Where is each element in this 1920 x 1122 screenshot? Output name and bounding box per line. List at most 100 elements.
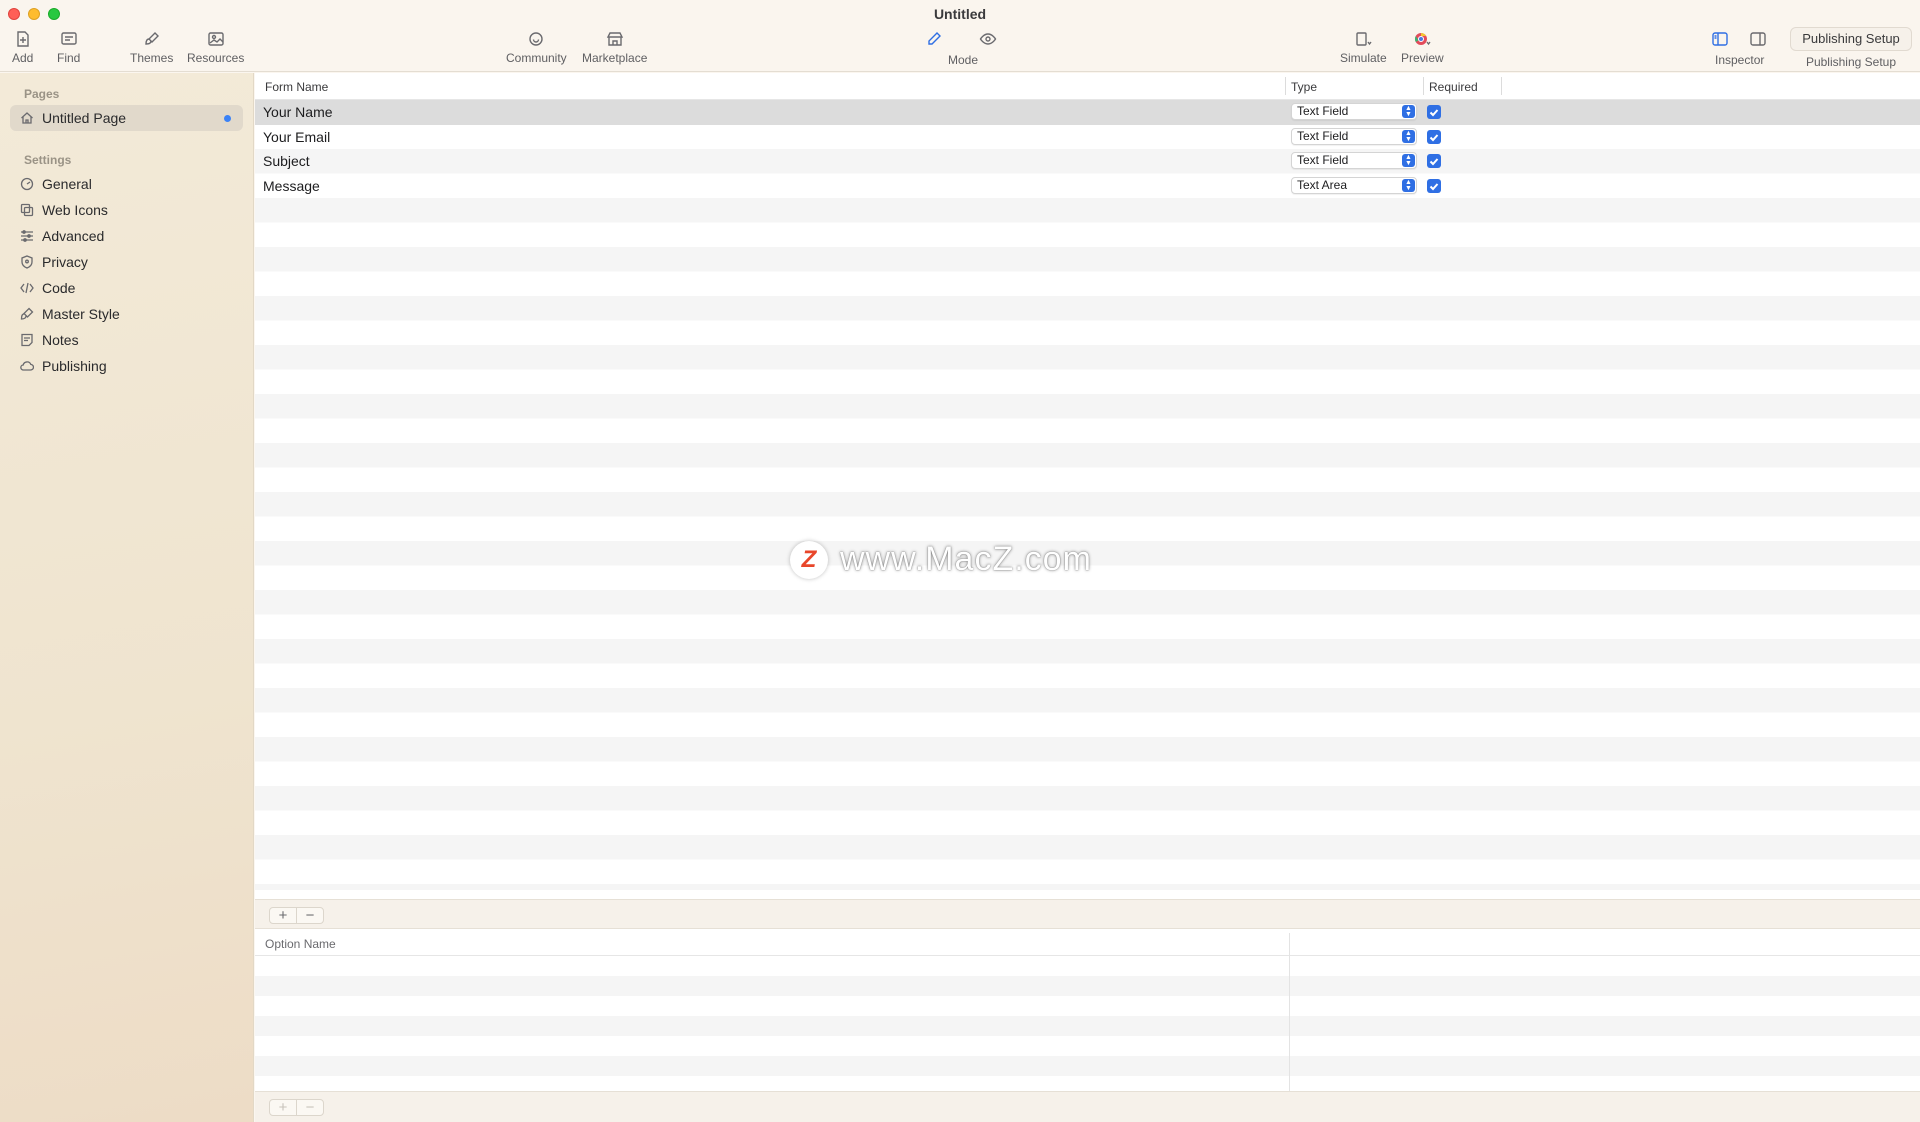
- required-checkbox[interactable]: [1427, 105, 1441, 119]
- remove-option-button[interactable]: −: [296, 1099, 324, 1116]
- field-type-value: Text Field: [1297, 128, 1349, 143]
- form-field-name[interactable]: Your Email: [263, 129, 330, 145]
- eye-icon: [979, 33, 997, 45]
- resources-label: Resources: [187, 51, 245, 65]
- inspector-toggle[interactable]: [1749, 30, 1767, 48]
- sidebar-item-advanced[interactable]: Advanced: [10, 223, 243, 249]
- settings-section-header: Settings: [24, 153, 72, 167]
- column-header-form-name[interactable]: Form Name: [265, 80, 328, 94]
- sidebar-item-publishing[interactable]: Publishing: [10, 353, 243, 379]
- themes-label: Themes: [130, 51, 174, 65]
- sidebar-item-general[interactable]: General: [10, 171, 243, 197]
- checkmark-icon: [1429, 158, 1439, 166]
- field-type-select[interactable]: Text Field ▲ ▼: [1291, 127, 1417, 145]
- column-header-option-name[interactable]: Option Name: [265, 937, 336, 951]
- sidebar-item-untitled-page[interactable]: Untitled Page: [10, 105, 243, 131]
- device-icon: [1356, 32, 1372, 46]
- field-type-select[interactable]: Text Field ▲ ▼: [1291, 152, 1417, 169]
- pages-section-header: Pages: [24, 87, 60, 101]
- sidebar-item-privacy[interactable]: Privacy: [10, 249, 243, 275]
- chevron-updown-icon: ▲ ▼: [1402, 105, 1415, 118]
- themes-brush-icon: [144, 32, 159, 45]
- options-table-controls: + −: [255, 1091, 1920, 1122]
- sidebar-item-notes[interactable]: Notes: [10, 327, 243, 353]
- mode-preview-button[interactable]: [979, 30, 997, 48]
- sidebar-item-label: Untitled Page: [42, 110, 127, 126]
- watermark: Z www.MacZ.com: [790, 540, 1092, 579]
- remove-field-button[interactable]: −: [296, 907, 324, 924]
- find-button[interactable]: Find: [57, 30, 80, 65]
- sliders-icon: [21, 230, 33, 242]
- publishing-setup-button[interactable]: Publishing Setup: [1790, 27, 1912, 51]
- sidebar-item-web-icons[interactable]: Web Icons: [10, 197, 243, 223]
- brush-icon: [20, 307, 34, 320]
- unsaved-indicator-dot: [224, 115, 231, 122]
- field-type-value: Text Field: [1297, 104, 1349, 118]
- marketplace-store-icon: [606, 32, 623, 46]
- sidebar-right-icon: [1750, 32, 1766, 46]
- inspector-label: Inspector: [1715, 53, 1765, 67]
- required-checkbox[interactable]: [1427, 154, 1441, 168]
- shield-icon: [21, 255, 33, 269]
- checkmark-icon: [1429, 109, 1439, 117]
- sidebar-item-master-style[interactable]: Master Style: [10, 301, 243, 327]
- add-field-button[interactable]: +: [269, 907, 297, 924]
- window-title: Untitled: [933, 6, 987, 22]
- simulate-button[interactable]: Simulate: [1340, 30, 1387, 65]
- find-label: Find: [57, 51, 81, 65]
- table-row[interactable]: Message Text Area ▲ ▼: [255, 174, 1920, 199]
- form-field-name[interactable]: Message: [263, 178, 320, 194]
- sidebar: Pages Untitled Page Settings General Web…: [0, 73, 254, 1122]
- column-divider: [1501, 77, 1502, 95]
- add-option-button[interactable]: +: [269, 1099, 297, 1116]
- browser-color-icon: [1415, 33, 1431, 46]
- column-header-type[interactable]: Type: [1291, 80, 1317, 94]
- left-sidebar-toggle[interactable]: [1711, 30, 1729, 48]
- sidebar-item-label: Code: [42, 280, 76, 296]
- sidebar-item-label: Privacy: [42, 254, 88, 270]
- column-divider: [1423, 77, 1424, 95]
- column-divider: [1289, 933, 1290, 1091]
- community-icon: [529, 32, 544, 46]
- form-table-body: Your Name Text Field ▲ ▼ Your Email Text F…: [255, 100, 1920, 890]
- marketplace-button[interactable]: Marketplace: [582, 30, 647, 65]
- sidebar-item-label: Master Style: [42, 306, 120, 322]
- required-checkbox[interactable]: [1427, 129, 1441, 144]
- table-row[interactable]: Your Email Text Field ▲ ▼: [255, 125, 1920, 150]
- checkmark-icon: [1429, 182, 1439, 190]
- mode-edit-button[interactable]: [925, 30, 943, 48]
- notes-icon: [21, 333, 33, 347]
- column-header-required[interactable]: Required: [1429, 80, 1478, 94]
- resources-button[interactable]: Resources: [187, 30, 244, 65]
- preview-button[interactable]: Preview: [1401, 30, 1444, 65]
- form-field-name[interactable]: Subject: [263, 153, 310, 169]
- table-row[interactable]: Subject Text Field ▲ ▼: [255, 149, 1920, 174]
- simulate-label: Simulate: [1340, 51, 1387, 65]
- chevron-updown-icon: ▲ ▼: [1402, 178, 1415, 192]
- form-table-controls: + −: [255, 899, 1920, 929]
- community-button[interactable]: Community: [506, 30, 567, 65]
- themes-button[interactable]: Themes: [130, 30, 173, 65]
- sidebar-item-code[interactable]: Code: [10, 275, 243, 301]
- field-type-select[interactable]: Text Field ▲ ▼: [1291, 103, 1417, 120]
- sidebar-item-label: Notes: [42, 332, 79, 348]
- sidebar-item-label: Web Icons: [42, 202, 108, 218]
- add-button[interactable]: Add: [12, 30, 33, 65]
- form-field-name[interactable]: Your Name: [263, 104, 333, 120]
- chevron-updown-icon: ▲ ▼: [1402, 129, 1415, 143]
- required-checkbox[interactable]: [1427, 178, 1441, 193]
- sidebar-item-label: Publishing: [42, 358, 107, 374]
- window-toolbar: Untitled Add Find Themes Resources Commu…: [0, 0, 1920, 72]
- field-type-select[interactable]: Text Area ▲ ▼: [1291, 176, 1417, 194]
- table-row[interactable]: Your Name Text Field ▲ ▼: [255, 100, 1920, 125]
- form-editor: Form Name Type Required Your Name Text F…: [255, 73, 1920, 1122]
- cloud-icon: [20, 361, 34, 371]
- code-icon: [20, 282, 34, 294]
- preview-label: Preview: [1401, 51, 1444, 65]
- field-type-value: Text Area: [1297, 177, 1348, 192]
- sidebar-left-icon: [1712, 32, 1728, 46]
- find-icon: [60, 32, 77, 45]
- pencil-icon: [928, 32, 941, 45]
- community-label: Community: [506, 51, 567, 65]
- home-icon: [21, 112, 33, 124]
